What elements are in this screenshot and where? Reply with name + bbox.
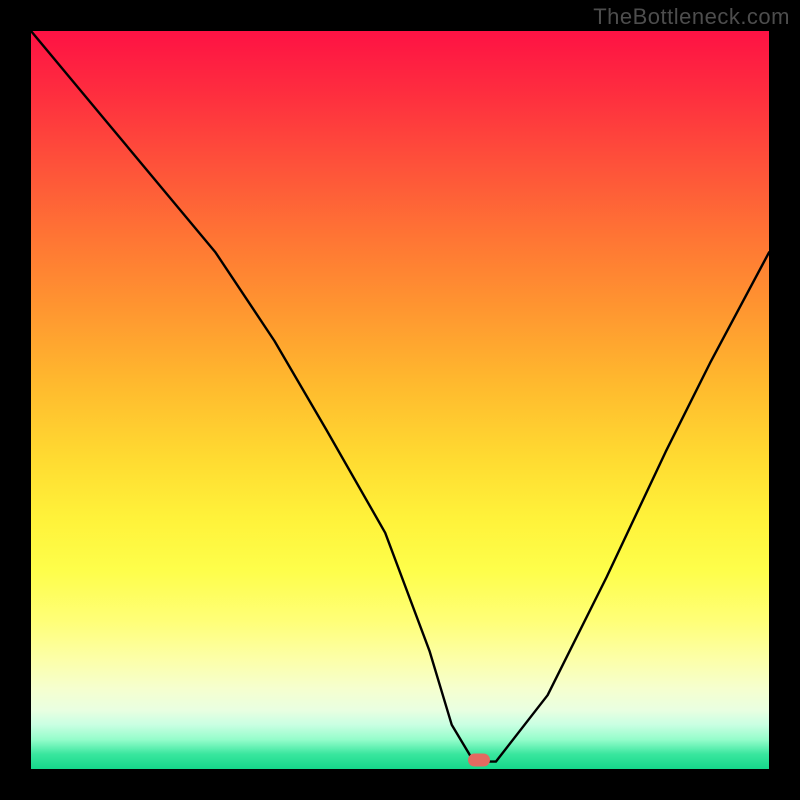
optimal-marker bbox=[468, 754, 490, 767]
plot-area bbox=[31, 31, 769, 769]
curve-path bbox=[31, 31, 769, 762]
bottleneck-curve bbox=[31, 31, 769, 769]
watermark-text: TheBottleneck.com bbox=[593, 4, 790, 30]
chart-frame: TheBottleneck.com bbox=[0, 0, 800, 800]
